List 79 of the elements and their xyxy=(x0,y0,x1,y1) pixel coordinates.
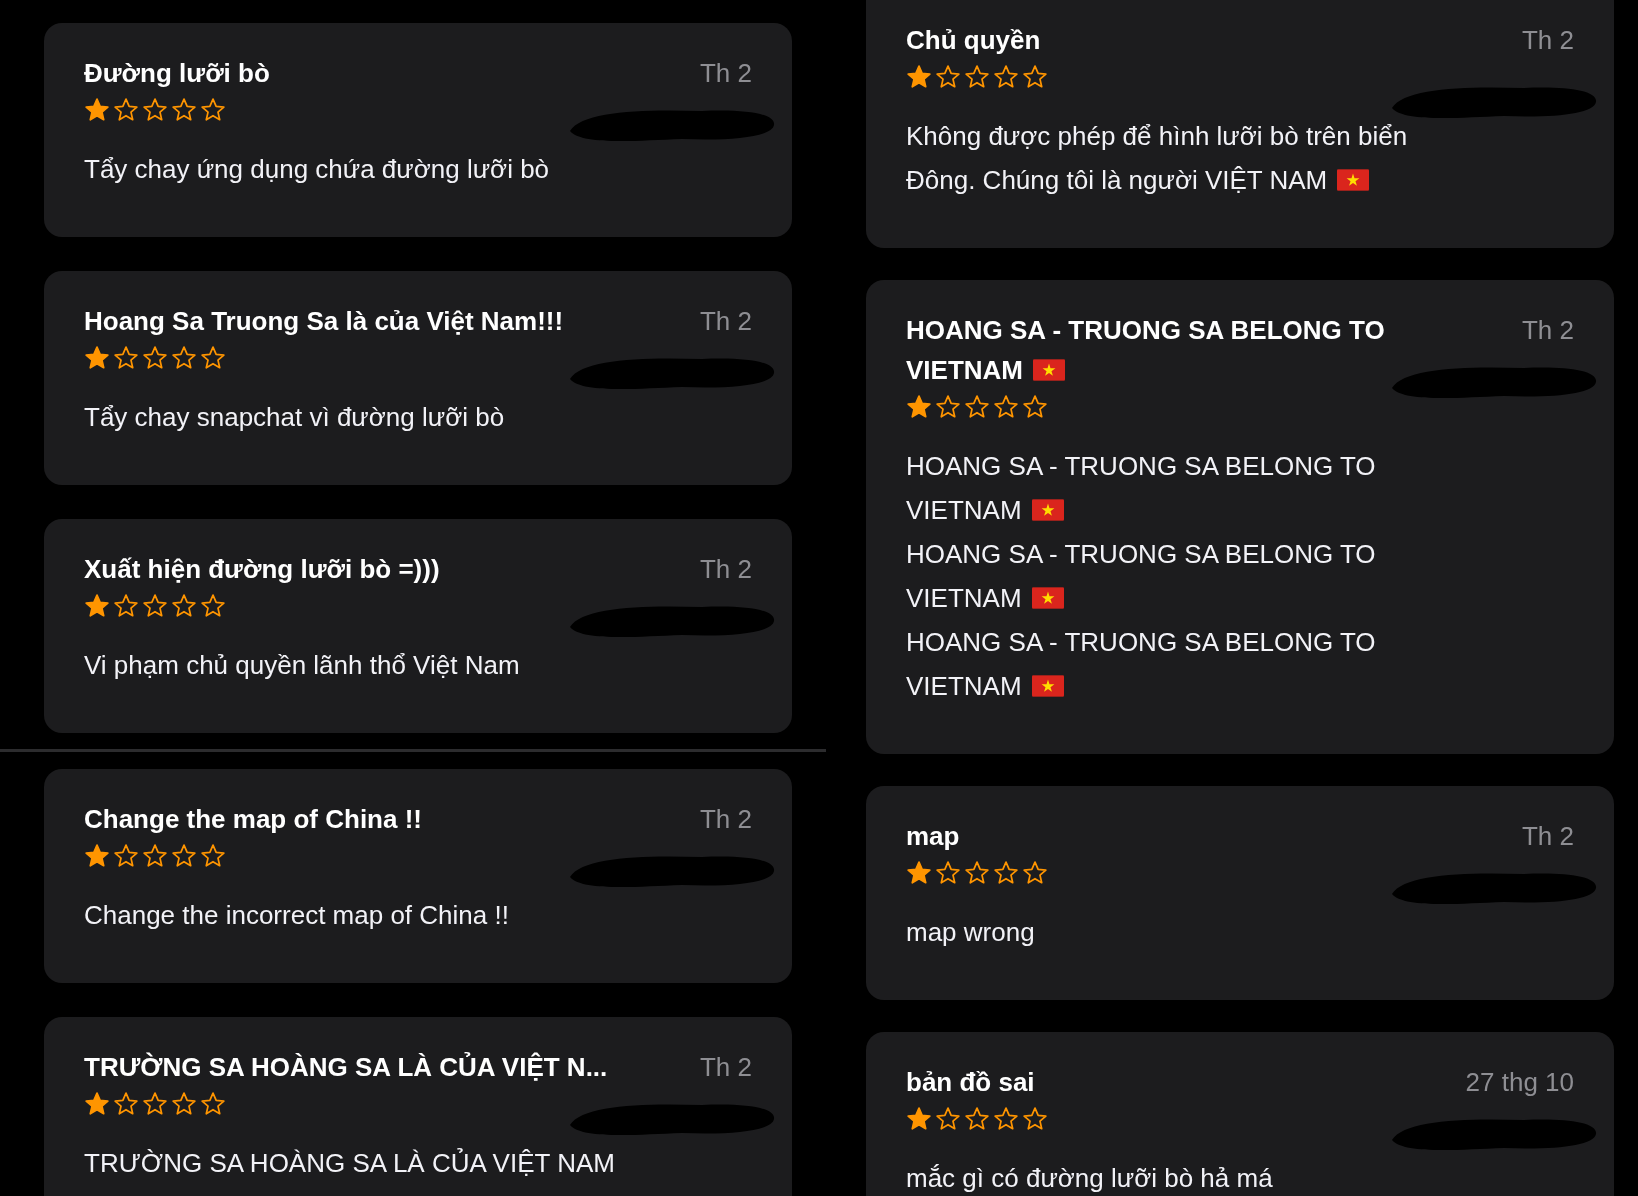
review-title: Chủ quyền xyxy=(906,24,1041,57)
vietnam-flag-icon xyxy=(1031,586,1064,610)
empty-star-icon xyxy=(1022,860,1048,886)
filled-star-icon xyxy=(906,394,932,420)
review-date: Th 2 xyxy=(699,803,752,836)
review-title: bản đồ sai xyxy=(906,1066,1035,1099)
review-text: HOANG SA - TRUONG SA BELONG TO VIETNAM xyxy=(906,450,1377,527)
review-text: Tẩy chay ứng dụng chứa đường lưỡi bò xyxy=(84,153,551,186)
empty-star-icon xyxy=(142,593,168,619)
review-text: TRƯỜNG SA HOÀNG SA LÀ CỦA VIỆT NAM xyxy=(84,1147,616,1180)
empty-star-icon xyxy=(200,593,226,619)
empty-star-icon xyxy=(142,345,168,371)
empty-star-icon xyxy=(142,843,168,869)
review-title: Xuất hiện đường lưỡi bò =))) xyxy=(84,553,440,586)
empty-star-icon xyxy=(200,97,226,123)
review-title: HOANG SA - TRUONG SA BELONG TO VIETNAM xyxy=(906,314,1386,387)
empty-star-icon xyxy=(1022,64,1048,90)
empty-star-icon xyxy=(964,860,990,886)
review-title: Hoang Sa Truong Sa là của Việt Nam!!! xyxy=(84,305,564,338)
review-text: Vi phạm chủ quyền lãnh thổ Việt Nam xyxy=(84,649,521,682)
vietnam-flag-icon xyxy=(1031,498,1064,522)
empty-star-icon xyxy=(142,1091,168,1117)
empty-star-icon xyxy=(171,843,197,869)
review-date: Th 2 xyxy=(699,305,752,338)
empty-star-icon xyxy=(935,1106,961,1132)
filled-star-icon xyxy=(906,64,932,90)
empty-star-icon xyxy=(171,345,197,371)
review-title: Change the map of China !! xyxy=(84,803,422,836)
empty-star-icon xyxy=(142,97,168,123)
empty-star-icon xyxy=(113,97,139,123)
review-date: Th 2 xyxy=(699,57,752,90)
empty-star-icon xyxy=(171,1091,197,1117)
empty-star-icon xyxy=(113,843,139,869)
empty-star-icon xyxy=(964,64,990,90)
empty-star-icon xyxy=(935,394,961,420)
review-date: Th 2 xyxy=(1521,820,1574,853)
review-text: map wrong xyxy=(906,916,1036,949)
filled-star-icon xyxy=(906,1106,932,1132)
review-date: Th 2 xyxy=(1521,24,1574,57)
empty-star-icon xyxy=(993,64,1019,90)
empty-star-icon xyxy=(113,593,139,619)
vietnam-flag-icon xyxy=(1031,674,1064,698)
empty-star-icon xyxy=(964,1106,990,1132)
empty-star-icon xyxy=(200,843,226,869)
review-title: TRƯỜNG SA HOÀNG SA LÀ CỦA VIỆT N... xyxy=(84,1051,608,1084)
review-title: map xyxy=(906,820,960,853)
empty-star-icon xyxy=(935,860,961,886)
empty-star-icon xyxy=(200,345,226,371)
review-date: Th 2 xyxy=(699,553,752,586)
vietnam-flag-icon xyxy=(1337,168,1370,192)
empty-star-icon xyxy=(171,593,197,619)
empty-star-icon xyxy=(171,97,197,123)
filled-star-icon xyxy=(84,1091,110,1117)
empty-star-icon xyxy=(993,394,1019,420)
review-text: Không được phép để hình lưỡi bò trên biển Đông. Chúng tôi là người VIỆT NAM xyxy=(906,120,1409,197)
empty-star-icon xyxy=(113,1091,139,1117)
review-date: Th 2 xyxy=(1521,314,1574,347)
empty-star-icon xyxy=(993,860,1019,886)
review-text: Change the incorrect map of China !! xyxy=(84,899,510,932)
filled-star-icon xyxy=(84,97,110,123)
empty-star-icon xyxy=(1022,1106,1048,1132)
filled-star-icon xyxy=(84,843,110,869)
review-text: HOANG SA - TRUONG SA BELONG TO VIETNAM xyxy=(906,626,1377,703)
review-text: HOANG SA - TRUONG SA BELONG TO VIETNAM xyxy=(906,538,1377,615)
filled-star-icon xyxy=(906,860,932,886)
empty-star-icon xyxy=(200,1091,226,1117)
review-title: Đường lưỡi bò xyxy=(84,57,270,90)
review-text: Tẩy chay snapchat vì đường lưỡi bò xyxy=(84,401,506,434)
empty-star-icon xyxy=(113,345,139,371)
review-date: 27 thg 10 xyxy=(1465,1066,1574,1099)
empty-star-icon xyxy=(1022,394,1048,420)
empty-star-icon xyxy=(964,394,990,420)
filled-star-icon xyxy=(84,345,110,371)
empty-star-icon xyxy=(935,64,961,90)
review-text: mắc gì có đường lưỡi bò hả má xyxy=(906,1162,1274,1195)
review-date: Th 2 xyxy=(699,1051,752,1084)
vietnam-flag-icon xyxy=(1033,358,1065,382)
empty-star-icon xyxy=(993,1106,1019,1132)
filled-star-icon xyxy=(84,593,110,619)
